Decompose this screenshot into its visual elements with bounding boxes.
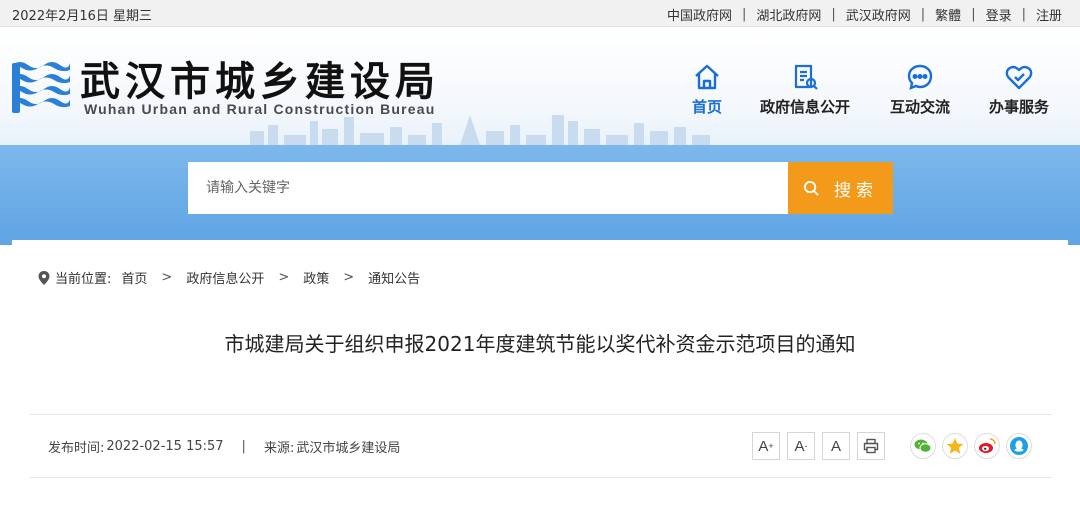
qzone-star-icon: [946, 438, 964, 454]
top-bar: 2022年2月16日 星期三 中国政府网 | 湖北政府网 | 武汉政府网 | 繁…: [0, 0, 1080, 27]
content-card: 当前位置: 首页 > 政府信息公开 > 政策 > 通知公告 市城建局关于组织申报…: [12, 240, 1068, 506]
top-links: 中国政府网 | 湖北政府网 | 武汉政府网 | 繁體 | 登录 | 注册: [667, 5, 1062, 24]
link-separator: |: [1021, 7, 1026, 22]
qq-icon: [1010, 437, 1028, 455]
source-value: 武汉市城乡建设局: [296, 441, 401, 456]
breadcrumb-separator: >: [343, 270, 355, 285]
link-separator: |: [971, 7, 976, 22]
breadcrumb: 当前位置: 首页 > 政府信息公开 > 政策 > 通知公告: [38, 268, 420, 287]
link-gov-wuhan[interactable]: 武汉政府网: [846, 5, 911, 24]
nav-interaction-label: 互动交流: [890, 98, 951, 116]
breadcrumb-gov-info[interactable]: 政府信息公开: [186, 268, 264, 287]
nav-interaction[interactable]: 互动交流: [890, 63, 950, 117]
divider: [30, 477, 1052, 478]
print-icon: [863, 438, 879, 454]
bureau-logo-icon: [12, 62, 70, 113]
link-separator: |: [920, 7, 926, 22]
font-decrease-minus: -: [804, 441, 808, 451]
location-pin-icon: [38, 270, 50, 285]
share-weibo-button[interactable]: [974, 433, 1000, 459]
site-subtitle: Wuhan Urban and Rural Construction Burea…: [84, 101, 436, 117]
site-title: 武汉市城乡建设局: [80, 59, 440, 105]
link-separator: |: [741, 7, 747, 22]
site-header: 武汉市城乡建设局 Wuhan Urban and Rural Construct…: [0, 27, 1080, 145]
current-date: 2022年2月16日 星期三: [12, 9, 153, 24]
nav-home[interactable]: 首页: [692, 63, 722, 117]
font-reset-button[interactable]: A: [822, 432, 850, 460]
search-input[interactable]: [188, 162, 788, 214]
breadcrumb-separator: >: [278, 270, 290, 285]
nav-home-label: 首页: [692, 98, 723, 116]
article-title: 市城建局关于组织申报2021年度建筑节能以奖代补资金示范项目的通知: [224, 332, 856, 356]
link-separator: |: [831, 7, 836, 22]
font-decrease-glyph: A: [794, 437, 805, 455]
font-reset-glyph: A: [830, 437, 841, 455]
nav-gov-info[interactable]: 政府信息公开: [760, 63, 850, 117]
publish-time: 2022-02-15 15:57: [106, 439, 224, 454]
link-traditional-chinese[interactable]: 繁體: [935, 5, 961, 24]
document-icon: [794, 64, 818, 90]
search-button-label: 搜索: [834, 180, 878, 201]
font-increase-glyph: A: [758, 437, 769, 455]
link-register[interactable]: 注册: [1036, 5, 1062, 24]
chat-icon: [907, 64, 933, 90]
home-icon: [695, 64, 719, 90]
nav-gov-info-label: 政府信息公开: [760, 98, 851, 116]
breadcrumb-separator: >: [161, 270, 173, 285]
wechat-icon: [914, 439, 932, 453]
heart-check-icon: [1005, 65, 1033, 90]
font-increase-button[interactable]: A +: [752, 432, 780, 460]
weibo-icon: [979, 438, 996, 453]
nav-services[interactable]: 办事服务: [989, 63, 1049, 117]
search-icon: [803, 180, 819, 196]
share-qq-button[interactable]: [1006, 433, 1032, 459]
font-increase-plus: +: [768, 441, 774, 451]
breadcrumb-home[interactable]: 首页: [121, 268, 147, 287]
print-button[interactable]: [857, 432, 885, 460]
breadcrumb-prefix: 当前位置:: [55, 272, 112, 287]
source-label: 来源:: [263, 441, 295, 456]
search-button[interactable]: 搜索: [788, 162, 893, 214]
meta-separator: |: [241, 439, 246, 454]
nav-services-label: 办事服务: [989, 98, 1050, 116]
article-meta: 发布时间: 2022-02-15 15:57 | 来源: 武汉市城乡建设局: [48, 437, 400, 456]
breadcrumb-policy[interactable]: 政策: [303, 268, 329, 287]
publish-time-label: 发布时间:: [48, 441, 105, 456]
font-decrease-button[interactable]: A-: [787, 432, 815, 460]
link-gov-hubei[interactable]: 湖北政府网: [756, 5, 821, 24]
link-login[interactable]: 登录: [986, 5, 1012, 24]
share-qzone-button[interactable]: [942, 433, 968, 459]
divider: [30, 414, 1052, 415]
breadcrumb-notices[interactable]: 通知公告: [368, 268, 420, 287]
link-gov-china[interactable]: 中国政府网: [667, 5, 732, 24]
share-wechat-button[interactable]: [910, 433, 936, 459]
